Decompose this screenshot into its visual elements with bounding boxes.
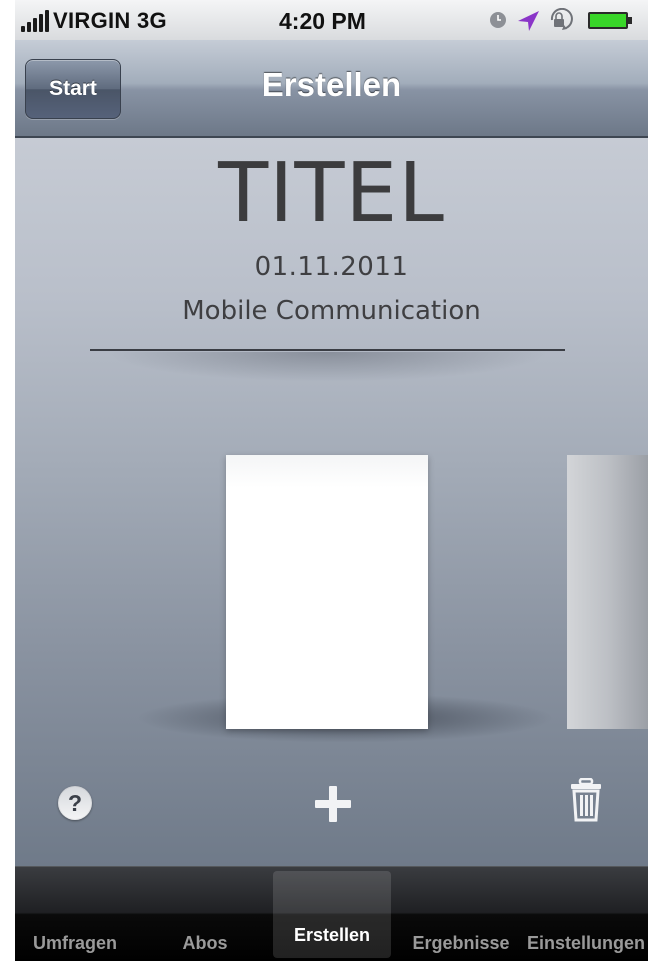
- survey-subtitle: Mobile Communication: [182, 296, 481, 326]
- signal-icon: [21, 10, 51, 32]
- survey-date: 01.11.2011: [254, 252, 409, 282]
- help-icon[interactable]: ?: [58, 786, 92, 820]
- tab-bar: Umfragen Abos Erstellen Ergebnisse Einst…: [15, 866, 648, 961]
- tab-erstellen[interactable]: Erstellen: [273, 871, 391, 958]
- plus-icon[interactable]: [313, 784, 353, 824]
- trash-icon[interactable]: [568, 778, 604, 822]
- tab-label: Umfragen: [32, 933, 117, 953]
- create-survey-content: TITEL 01.11.2011 Mobile Communication ?: [15, 138, 648, 866]
- status-bar: VIRGIN 3G 4:20 PM: [15, 0, 648, 41]
- navigation-bar: Start Erstellen: [15, 40, 648, 138]
- title-divider: [90, 349, 565, 351]
- tab-label: Abos: [182, 933, 228, 953]
- tab-label: Einstellungen: [526, 933, 645, 953]
- tab-ergebnisse[interactable]: Ergebnisse: [403, 867, 519, 961]
- tab-label: Ergebnisse: [412, 933, 510, 953]
- page-title: Erstellen: [261, 66, 402, 103]
- carrier-label: VIRGIN 3G: [53, 8, 167, 33]
- survey-title[interactable]: TITEL: [15, 146, 648, 241]
- survey-page-current[interactable]: [226, 455, 428, 729]
- battery-icon: [588, 12, 632, 29]
- title-divider-shadow: [105, 352, 550, 382]
- tab-abos[interactable]: Abos: [155, 867, 255, 961]
- tab-label: Erstellen: [293, 925, 371, 945]
- location-icon: [518, 11, 539, 31]
- rotation-lock-icon: [550, 8, 573, 30]
- phone-screen: VIRGIN 3G 4:20 PM Start Erstellen TITEL …: [15, 0, 648, 961]
- survey-page-next[interactable]: [567, 455, 648, 729]
- tab-umfragen[interactable]: Umfragen: [15, 867, 135, 961]
- tab-einstellungen[interactable]: Einstellungen: [524, 867, 648, 961]
- clock-icon: [490, 12, 506, 28]
- status-icons: [490, 8, 632, 31]
- status-time: 4:20 PM: [279, 8, 366, 34]
